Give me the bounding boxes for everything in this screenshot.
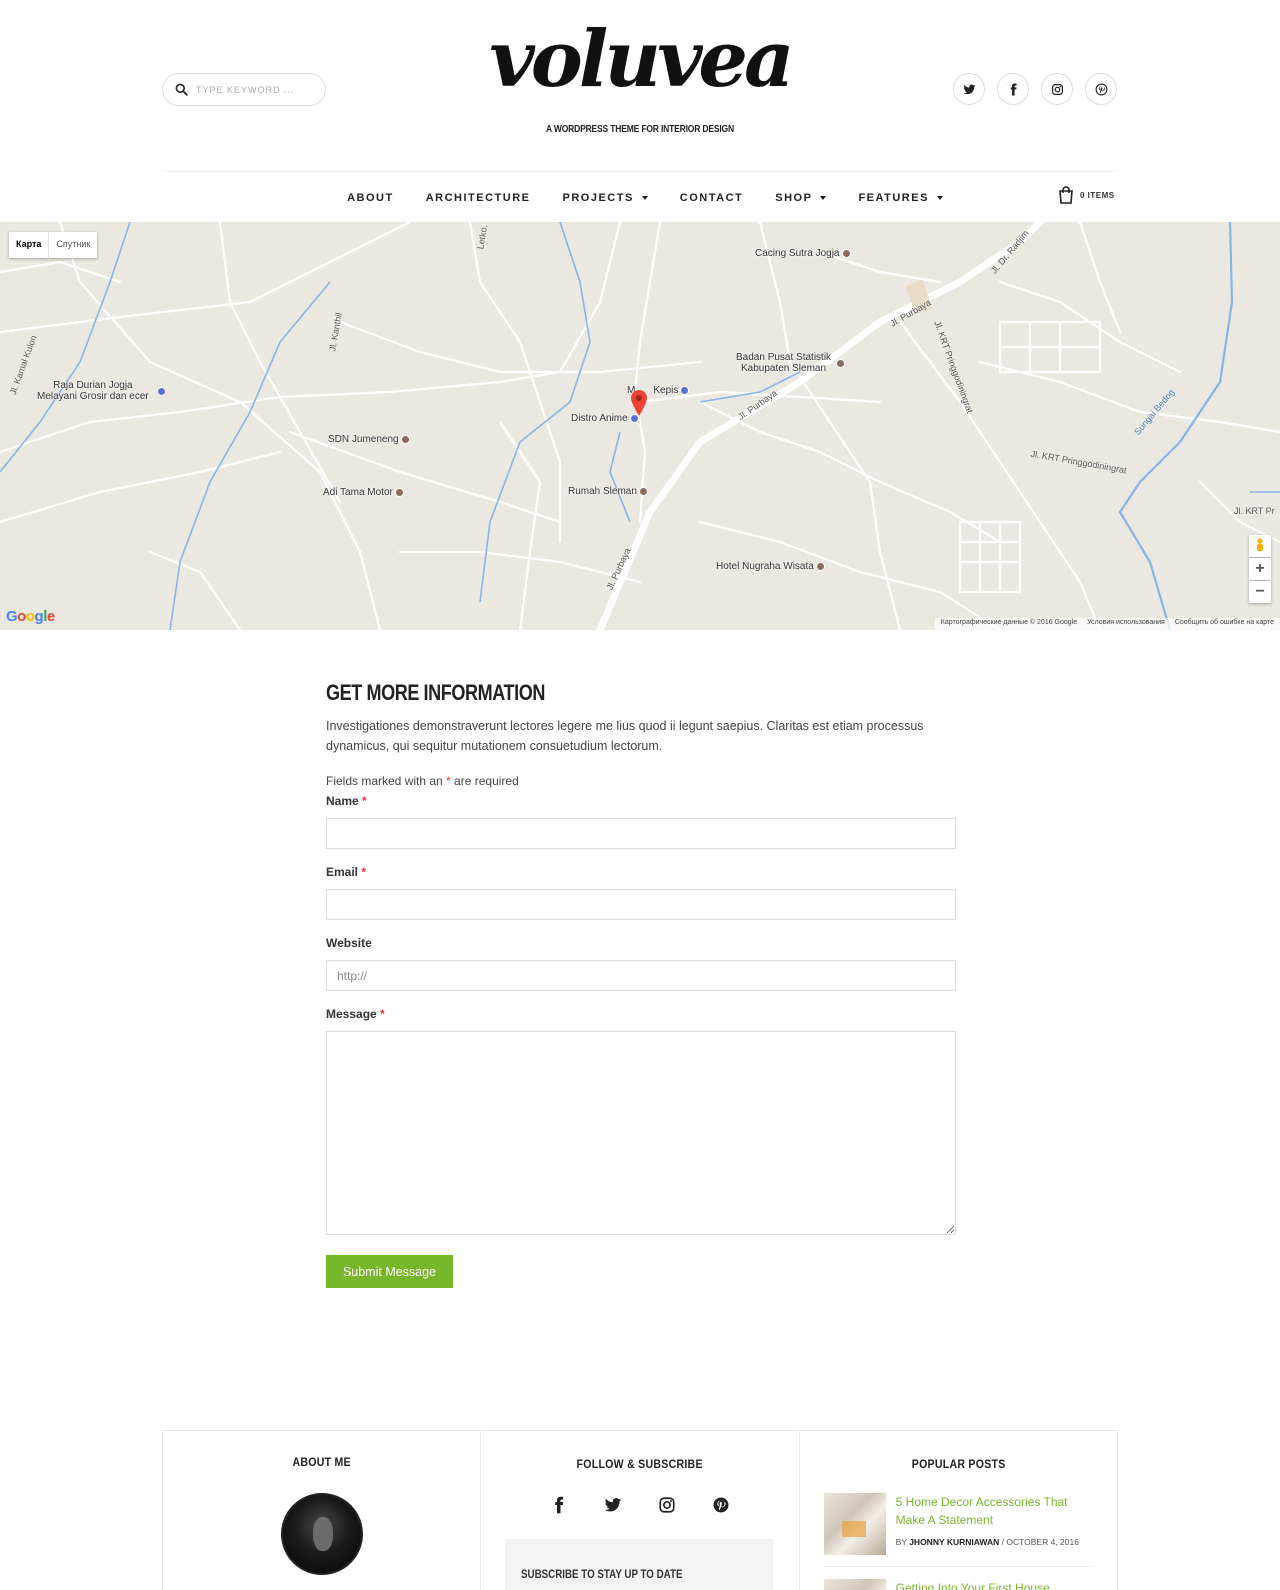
poi-cacing-sutra[interactable]: Cacing Sutra Jogja	[755, 248, 851, 259]
poi-distro-anime[interactable]: Distro Anime	[571, 413, 639, 424]
post-thumbnail[interactable]	[823, 1493, 886, 1555]
search-input[interactable]	[196, 84, 316, 95]
about-me-title: ABOUT ME	[292, 1455, 351, 1469]
poi-marker-icon	[638, 487, 648, 496]
about-me-widget: ABOUT ME	[163, 1431, 482, 1590]
footer-widgets: ABOUT ME FOLLOW & SUBSCRIBE SUBSCRIBE TO…	[162, 1430, 1118, 1590]
post-thumbnail[interactable]	[823, 1579, 886, 1590]
twitter-icon[interactable]	[604, 1496, 622, 1514]
map-type-map[interactable]: Карта	[9, 232, 50, 258]
caret-down-icon	[820, 196, 827, 200]
map-type-control: Карта Спутник	[9, 232, 98, 258]
poi-rumah-sleman[interactable]: Rumah Sleman	[568, 486, 648, 497]
poi-marker-icon	[815, 562, 825, 571]
street-label: Jl. KRT Pr	[1234, 506, 1275, 516]
required-note: Fields marked with an * are required	[326, 774, 519, 788]
nav-item-projects[interactable]: PROJECTS	[546, 184, 663, 212]
popular-posts-title: POPULAR POSTS	[911, 1457, 1006, 1471]
site-tagline: A WORDPRESS THEME FOR INTERIOR DESIGN	[546, 124, 734, 135]
list-item: 5 Home Decor Accessories That Make A Sta…	[823, 1493, 1092, 1555]
poi-hotel-nugraha[interactable]: Hotel Nugraha Wisata	[716, 561, 825, 572]
google-logo: Google	[6, 608, 55, 625]
location-pin-icon[interactable]	[631, 390, 647, 416]
popular-posts-widget: POPULAR POSTS 5 Home Decor Accessories T…	[800, 1431, 1117, 1590]
twitter-icon	[963, 84, 975, 94]
header-facebook-link[interactable]	[997, 73, 1029, 105]
search-box[interactable]	[162, 73, 326, 106]
name-label: Name *	[326, 794, 367, 808]
pinterest-icon	[1095, 83, 1107, 95]
poi-sdn-jumeneng[interactable]: SDN Jumeneng	[328, 434, 410, 445]
facebook-icon[interactable]	[550, 1496, 568, 1514]
nav-item-shop[interactable]: SHOP	[759, 184, 842, 212]
google-map[interactable]: Карта Спутник Cacing Sutra Jogja Badan P…	[0, 222, 1280, 630]
map-data-credit: Картографические данные © 2016 Google	[940, 619, 1078, 626]
post-divider	[823, 1566, 1092, 1567]
subscribe-box: SUBSCRIBE TO STAY UP TO DATE	[505, 1539, 774, 1590]
name-field[interactable]	[326, 818, 956, 849]
post-title-link[interactable]: 5 Home Decor Accessories That Make A Sta…	[896, 1493, 1092, 1529]
map-attribution: Картографические данные © 2016 Google Ус…	[934, 618, 1280, 630]
poi-marker-icon	[680, 386, 690, 395]
poi-marker-icon	[836, 359, 845, 368]
header-pinterest-link[interactable]	[1085, 73, 1117, 105]
site-logo[interactable]: voluvea	[480, 10, 800, 110]
nav-item-features[interactable]: FEATURES	[842, 184, 958, 212]
contact-form: GET MORE INFORMATION Investigationes dem…	[326, 680, 956, 1288]
email-field[interactable]	[326, 889, 956, 920]
header-twitter-link[interactable]	[953, 73, 985, 105]
poi-badan-pusat[interactable]: Badan Pusat Statistik Kabupaten Sleman	[736, 352, 831, 374]
nav-item-architecture[interactable]: ARCHITECTURE	[410, 184, 547, 212]
instagram-icon[interactable]	[658, 1496, 676, 1514]
poi-adi-tama-motor[interactable]: Adi Tama Motor	[323, 487, 404, 498]
zoom-out-button[interactable]: −	[1249, 581, 1271, 603]
post-title-link[interactable]: Getting Into Your First House	[896, 1579, 1092, 1590]
avatar	[281, 1493, 363, 1575]
nav-item-about[interactable]: ABOUT	[331, 184, 410, 212]
poi-marker-icon	[400, 435, 410, 444]
follow-subscribe-widget: FOLLOW & SUBSCRIBE SUBSCRIBE TO STAY UP …	[481, 1431, 800, 1590]
website-label: Website	[326, 936, 372, 950]
follow-subscribe-title: FOLLOW & SUBSCRIBE	[576, 1457, 704, 1471]
facebook-icon	[1010, 83, 1017, 95]
zoom-in-button[interactable]: +	[1249, 558, 1271, 580]
poi-marker-icon	[841, 249, 851, 258]
caret-down-icon	[936, 196, 943, 200]
shopping-bag-icon	[1059, 186, 1073, 204]
map-roads	[0, 222, 1280, 630]
follow-icons	[481, 1496, 798, 1514]
subscribe-heading: SUBSCRIBE TO STAY UP TO DATE	[521, 1569, 683, 1581]
cart-link[interactable]: 0 ITEMS	[1058, 186, 1115, 204]
poi-marker-icon	[394, 488, 404, 497]
poi-raja-durian[interactable]: Raja Durian Jogja Melayani Grosir dan ece…	[37, 380, 149, 402]
search-icon	[175, 83, 188, 96]
map-terms-link[interactable]: Условия использования	[1087, 619, 1165, 629]
post-author[interactable]: JHONNY KURNIAWAN	[909, 1537, 999, 1547]
caret-down-icon	[641, 196, 648, 200]
message-label: Message *	[326, 1007, 385, 1021]
list-item: Getting Into Your First House	[823, 1579, 1092, 1590]
message-field[interactable]	[326, 1031, 956, 1235]
submit-message-button[interactable]: Submit Message	[326, 1255, 453, 1288]
email-label: Email *	[326, 865, 367, 879]
header-instagram-link[interactable]	[1041, 73, 1073, 105]
header-divider	[162, 171, 1118, 172]
street-view-pegman-icon[interactable]	[1249, 535, 1271, 557]
form-title: GET MORE INFORMATION	[326, 680, 545, 705]
cart-count: 0 ITEMS	[1080, 190, 1115, 200]
site-header: voluvea A WORDPRESS THEME FOR INTERIOR D…	[0, 0, 1280, 222]
form-description: Investigationes demonstraverunt lectores…	[326, 719, 924, 753]
website-field[interactable]	[326, 960, 956, 991]
pinterest-icon[interactable]	[712, 1496, 730, 1514]
map-report-link[interactable]: Сообщить об ошибке на карте	[1175, 619, 1274, 629]
instagram-icon	[1051, 83, 1063, 95]
map-type-satellite[interactable]: Спутник	[49, 232, 97, 258]
post-meta: BY JHONNY KURNIAWAN / OCTOBER 4, 2016	[895, 1537, 1079, 1547]
nav-item-contact[interactable]: CONTACT	[664, 184, 759, 212]
poi-marker-icon	[157, 387, 166, 396]
